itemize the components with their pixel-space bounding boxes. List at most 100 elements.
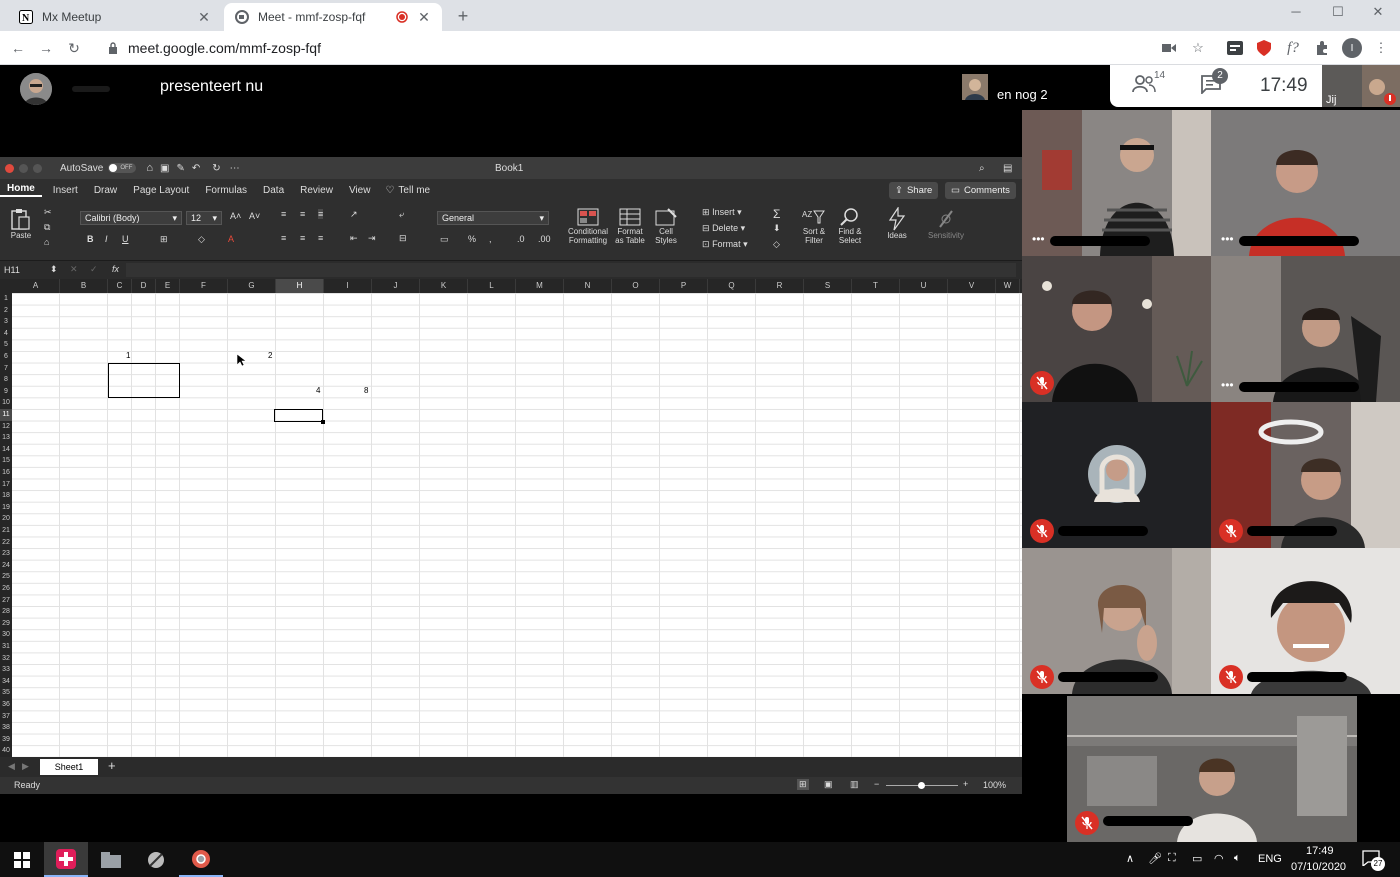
column-header[interactable]: R: [756, 279, 804, 293]
cell-styles-button[interactable]: Cell Styles: [650, 207, 682, 245]
participant-tile-9[interactable]: [1067, 696, 1357, 842]
column-header[interactable]: L: [468, 279, 516, 293]
row-header[interactable]: 26: [0, 583, 12, 595]
zoom-window-dot[interactable]: [33, 163, 42, 173]
borders-icon[interactable]: ⊞: [160, 234, 168, 245]
column-header[interactable]: U: [900, 279, 948, 293]
delete-cells-button[interactable]: ⊟ Delete ▾: [702, 223, 745, 234]
customize-toolbar-icon[interactable]: ⋯: [230, 163, 240, 174]
row-header[interactable]: 30: [0, 629, 12, 641]
row-header[interactable]: 19: [0, 502, 12, 514]
participant-tile-8[interactable]: [1211, 548, 1400, 694]
row-header[interactable]: 13: [0, 432, 12, 444]
decrease-indent-icon[interactable]: ⇤: [350, 233, 358, 244]
increase-decimal-icon[interactable]: .0: [517, 234, 525, 244]
column-header[interactable]: J: [372, 279, 420, 293]
row-header[interactable]: 23: [0, 548, 12, 560]
column-header[interactable]: F: [180, 279, 228, 293]
column-header[interactable]: Q: [708, 279, 756, 293]
orientation-icon[interactable]: ↗: [350, 209, 358, 220]
row-header[interactable]: 33: [0, 664, 12, 676]
column-header[interactable]: V: [948, 279, 996, 293]
align-top-icon[interactable]: ≡: [281, 209, 286, 219]
app-icon[interactable]: [134, 842, 178, 877]
column-header[interactable]: W: [996, 279, 1020, 293]
tray-expand-icon[interactable]: ∧: [1126, 852, 1134, 865]
sort-filter-button[interactable]: AZ Sort & Filter: [799, 207, 829, 245]
row-header[interactable]: 15: [0, 455, 12, 467]
participant-tile-5[interactable]: [1022, 402, 1211, 548]
increase-indent-icon[interactable]: ⇥: [368, 233, 376, 244]
column-header[interactable]: I: [324, 279, 372, 293]
row-header[interactable]: 18: [0, 490, 12, 502]
participant-tile-2[interactable]: •••: [1211, 110, 1400, 256]
redo-icon[interactable]: ↻: [212, 163, 220, 174]
home-icon[interactable]: ⌂: [146, 162, 153, 174]
column-header[interactable]: D: [132, 279, 156, 293]
tab-formulas[interactable]: Formulas: [198, 185, 254, 196]
fill-icon[interactable]: ⬇: [773, 223, 781, 234]
row-header[interactable]: 40: [0, 745, 12, 757]
share-button[interactable]: ⇪ Share: [889, 182, 939, 199]
extension-icon[interactable]: [1226, 39, 1244, 57]
row-header[interactable]: 3: [0, 316, 12, 328]
participant-tile-1[interactable]: •••: [1022, 110, 1211, 256]
column-header[interactable]: T: [852, 279, 900, 293]
copy-icon[interactable]: ⧉: [44, 222, 50, 233]
zoom-out-icon[interactable]: −: [874, 779, 879, 789]
tab-insert[interactable]: Insert: [46, 185, 85, 196]
tab-home[interactable]: Home: [0, 183, 42, 197]
percent-icon[interactable]: %: [468, 234, 476, 244]
search-icon[interactable]: ⌕: [979, 163, 985, 174]
column-header[interactable]: K: [420, 279, 468, 293]
column-header[interactable]: P: [660, 279, 708, 293]
prev-sheet-icon[interactable]: ◀: [8, 761, 15, 772]
bold-button[interactable]: B: [87, 234, 94, 244]
cell-i9[interactable]: 8: [364, 386, 368, 395]
format-as-table-button[interactable]: Format as Table: [612, 207, 648, 245]
name-box[interactable]: H11: [4, 265, 20, 275]
row-header[interactable]: 12: [0, 421, 12, 433]
profile-avatar[interactable]: I: [1342, 38, 1362, 58]
tab-review[interactable]: Review: [293, 185, 340, 196]
column-header[interactable]: N: [564, 279, 612, 293]
language-indicator[interactable]: ENG: [1258, 853, 1282, 865]
conditional-formatting-button[interactable]: Conditional Formatting: [566, 207, 610, 245]
zoom-in-icon[interactable]: +: [963, 779, 968, 789]
tell-me-search[interactable]: Tell me: [398, 185, 430, 196]
more-options-icon[interactable]: •••: [1221, 232, 1234, 246]
increase-font-icon[interactable]: A˄: [230, 211, 241, 221]
minimize-window-dot[interactable]: [19, 163, 28, 173]
row-header[interactable]: 1: [0, 293, 12, 305]
row-header[interactable]: 31: [0, 641, 12, 653]
tab-meet[interactable]: Meet - mmf-zosp-fqf ✕: [224, 3, 442, 31]
font-size-select[interactable]: 12 ▾: [186, 211, 222, 225]
forward-icon[interactable]: →: [36, 38, 56, 58]
close-window-dot[interactable]: [5, 163, 14, 173]
maximize-icon[interactable]: ☐: [1318, 4, 1358, 24]
windows-start-icon[interactable]: [0, 842, 44, 877]
participant-tile-6[interactable]: [1211, 402, 1400, 548]
zoom-slider-thumb[interactable]: [918, 782, 925, 789]
row-header[interactable]: 10: [0, 397, 12, 409]
page-break-view-icon[interactable]: ▥: [850, 779, 859, 790]
normal-view-icon[interactable]: ⊞: [797, 779, 809, 790]
row-header[interactable]: 11: [0, 409, 12, 421]
wrap-text-icon[interactable]: ⤶: [399, 209, 404, 220]
share-screen-icon[interactable]: ▤: [1003, 163, 1012, 174]
next-sheet-icon[interactable]: ▶: [22, 761, 29, 772]
participant-tile-4[interactable]: •••: [1211, 256, 1400, 402]
decrease-decimal-icon[interactable]: .00: [538, 234, 551, 244]
address-bar[interactable]: meet.google.com/mmf-zosp-fqf: [96, 34, 1144, 62]
row-header[interactable]: 22: [0, 537, 12, 549]
find-select-button[interactable]: Find & Select: [835, 207, 865, 245]
row-header[interactable]: 25: [0, 571, 12, 583]
row-header[interactable]: 36: [0, 699, 12, 711]
cancel-edit-icon[interactable]: ✕: [70, 264, 78, 275]
more-options-icon[interactable]: •••: [1221, 378, 1234, 392]
autosave-toggle[interactable]: OFF: [108, 163, 137, 173]
sheet-tab-sheet1[interactable]: Sheet1: [40, 759, 98, 775]
column-header[interactable]: M: [516, 279, 564, 293]
italic-button[interactable]: I: [105, 234, 108, 244]
participants-button[interactable]: 14: [1132, 70, 1165, 98]
